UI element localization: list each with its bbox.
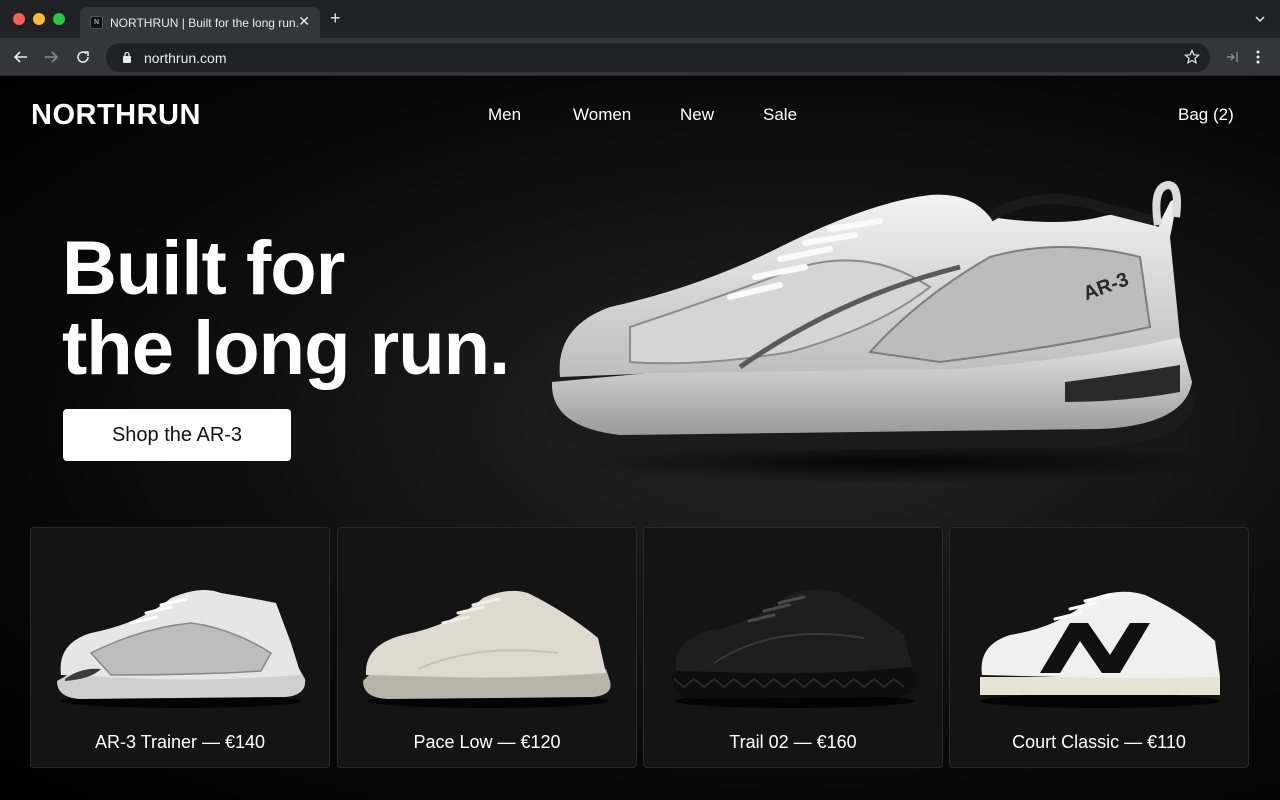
address-bar[interactable]: northrun.com bbox=[106, 43, 1210, 72]
forward-arrow-icon[interactable] bbox=[42, 48, 60, 66]
bookmark-star-icon[interactable] bbox=[1184, 49, 1200, 65]
window-close-button[interactable] bbox=[13, 13, 25, 25]
product-label[interactable]: Trail 02 — €160 bbox=[644, 732, 942, 753]
product-label[interactable]: Pace Low — €120 bbox=[338, 732, 636, 753]
nav-link-sale[interactable]: Sale bbox=[763, 105, 797, 125]
hero-shoe-image: AR-3 bbox=[550, 180, 1220, 484]
new-tab-button[interactable]: + bbox=[330, 9, 341, 27]
shopping-bag-link[interactable]: Bag (2) bbox=[1178, 105, 1234, 125]
site-logo[interactable]: NORTHRUN bbox=[31, 99, 201, 132]
nav-link-new[interactable]: New bbox=[680, 105, 714, 125]
court-classic-shoe-image bbox=[980, 591, 1220, 708]
window-minimize-button[interactable] bbox=[33, 13, 45, 25]
browser-menu-icon[interactable] bbox=[1254, 49, 1262, 65]
trail-02-shoe-image bbox=[672, 589, 917, 708]
hero-headline-line-2: the long run. bbox=[62, 306, 510, 391]
browser-tab-strip: N NORTHRUN | Built for the long run. ✕ + bbox=[0, 0, 1280, 38]
pace-low-shoe-image bbox=[363, 590, 611, 708]
tab-search-chevron-icon[interactable] bbox=[1254, 13, 1266, 25]
hero-headline-line-1: Built for bbox=[62, 226, 345, 311]
url-text[interactable]: northrun.com bbox=[144, 50, 226, 66]
nav-link-men[interactable]: Men bbox=[488, 105, 521, 125]
product-label[interactable]: AR-3 Trainer — €140 bbox=[31, 732, 329, 753]
product-card-trail-02[interactable]: Trail 02 — €160 bbox=[643, 527, 943, 768]
window-maximize-button[interactable] bbox=[53, 13, 65, 25]
back-arrow-icon[interactable] bbox=[12, 48, 30, 66]
extensions-icon[interactable] bbox=[1224, 49, 1240, 65]
web-page: NORTHRUN Men Women New Sale Bag (2) Buil… bbox=[0, 77, 1280, 800]
product-card-ar3-trainer[interactable]: AR-3 Trainer — €140 bbox=[30, 527, 330, 768]
lock-icon bbox=[123, 51, 131, 63]
nav-link-women[interactable]: Women bbox=[573, 105, 631, 125]
browser-toolbar: northrun.com bbox=[0, 38, 1280, 76]
product-card-court-classic[interactable]: Court Classic — €110 bbox=[949, 527, 1249, 768]
reload-icon[interactable] bbox=[74, 48, 92, 66]
tab-close-icon[interactable]: ✕ bbox=[298, 13, 310, 30]
hero-headline: Built for the long run. bbox=[62, 226, 510, 391]
ar3-trainer-shoe-image bbox=[57, 589, 306, 708]
product-card-pace-low[interactable]: Pace Low — €120 bbox=[337, 527, 637, 768]
browser-tab-active[interactable]: N NORTHRUN | Built for the long run. ✕ bbox=[80, 7, 320, 38]
favicon-icon: N bbox=[90, 16, 103, 29]
product-label[interactable]: Court Classic — €110 bbox=[950, 732, 1248, 753]
tab-title: NORTHRUN | Built for the long run. bbox=[110, 16, 299, 30]
shop-ar3-button[interactable]: Shop the AR-3 bbox=[63, 409, 291, 461]
